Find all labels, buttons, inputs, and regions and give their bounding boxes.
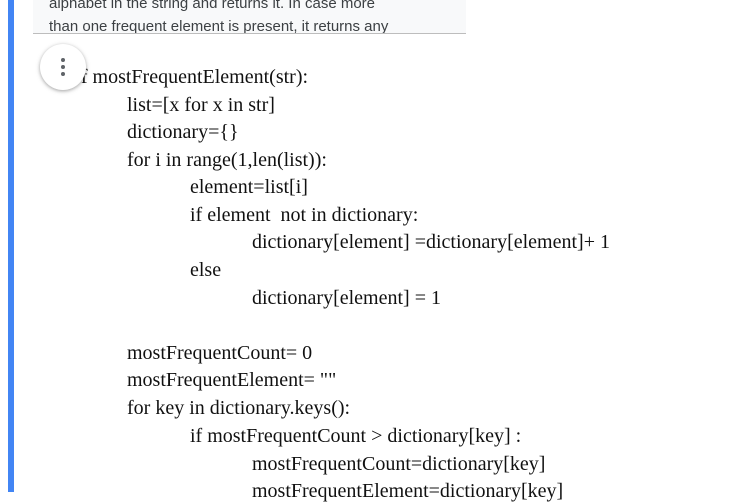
- code-line: mostFrequentElement=dictionary[key]: [252, 480, 564, 502]
- code-line: if element not in dictionary:: [190, 204, 419, 226]
- code-line: if mostFrequentCount > dictionary[key] :: [190, 425, 522, 447]
- code-block: def mostFrequentElement(str): list=[x fo…: [0, 0, 755, 502]
- code-line: else: [190, 259, 222, 281]
- code-line: for i in range(1,len(list)):: [127, 149, 327, 171]
- code-line: mostFrequentElement= "": [127, 369, 337, 391]
- code-line: mostFrequentCount=dictionary[key]: [252, 453, 546, 475]
- code-line: element=list[i]: [190, 176, 308, 198]
- more-options-button[interactable]: [40, 44, 86, 90]
- code-line: def mostFrequentElement(str):: [62, 66, 309, 88]
- code-line: mostFrequentCount= 0: [127, 342, 313, 364]
- code-line: list=[x for x in str]: [127, 94, 275, 116]
- code-line: dictionary={}: [127, 121, 239, 143]
- code-line: for key in dictionary.keys():: [127, 397, 351, 419]
- more-vert-icon: [61, 58, 65, 76]
- code-line: dictionary[element] = 1: [252, 287, 441, 309]
- code-line: dictionary[element] =dictionary[element]…: [252, 231, 610, 253]
